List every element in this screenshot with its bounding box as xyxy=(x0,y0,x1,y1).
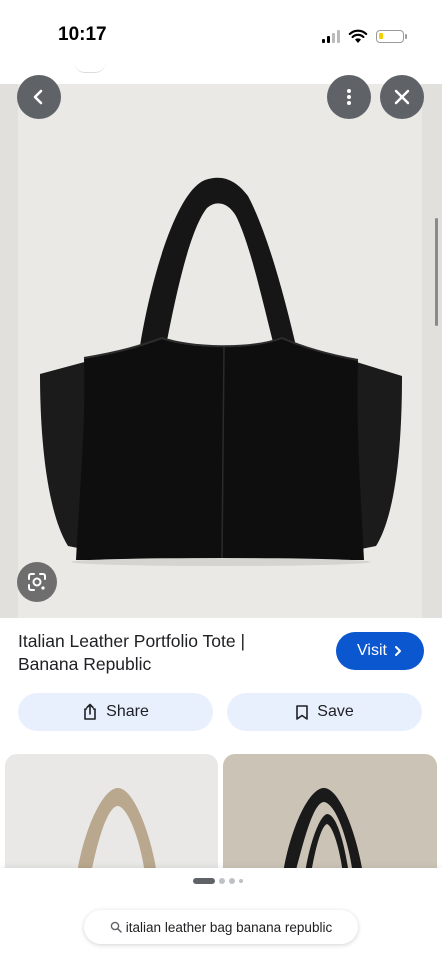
page-dot xyxy=(239,879,243,883)
black-tote-bag-image xyxy=(283,787,363,874)
status-time: 10:17 xyxy=(58,24,107,45)
related-result-thumbnail[interactable] xyxy=(5,754,218,874)
share-button[interactable]: Share xyxy=(18,693,213,731)
page-dot-active xyxy=(193,878,215,884)
status-icons xyxy=(322,26,407,46)
chevron-left-icon xyxy=(33,89,43,105)
search-query-text: italian leather bag banana republic xyxy=(125,919,333,935)
wifi-icon xyxy=(348,29,368,43)
save-label: Save xyxy=(317,703,354,720)
more-options-button[interactable] xyxy=(327,75,371,119)
sheet-handle xyxy=(74,62,106,73)
visit-button[interactable]: Visit xyxy=(336,632,424,670)
close-icon xyxy=(394,89,410,105)
battery-level xyxy=(379,32,383,39)
close-button[interactable] xyxy=(380,75,424,119)
more-vertical-icon xyxy=(347,89,351,105)
page-dot xyxy=(219,878,225,884)
visit-label: Visit xyxy=(357,642,387,659)
search-query-pill[interactable]: italian leather bag banana republic xyxy=(84,910,358,944)
bookmark-icon xyxy=(296,704,309,720)
share-label: Share xyxy=(106,703,149,720)
related-result-thumbnail[interactable] xyxy=(223,754,437,874)
save-button[interactable]: Save xyxy=(227,693,422,731)
page-indicator xyxy=(193,878,243,884)
search-icon xyxy=(110,921,122,933)
chevron-right-icon xyxy=(394,646,401,656)
cellular-signal-icon xyxy=(322,29,340,43)
battery-icon xyxy=(376,29,407,43)
product-title[interactable]: Italian Leather Portfolio Tote | Banana … xyxy=(18,630,308,676)
page-dot xyxy=(229,878,235,884)
back-button[interactable] xyxy=(17,75,61,119)
product-image[interactable] xyxy=(0,84,442,618)
status-bar: 10:17 xyxy=(0,0,442,70)
image-viewer xyxy=(0,84,442,618)
share-icon xyxy=(84,703,96,720)
lens-search-button[interactable] xyxy=(17,562,57,602)
tan-tote-bag-image xyxy=(77,787,157,874)
google-lens-icon xyxy=(28,573,46,591)
scroll-indicator[interactable] xyxy=(435,218,438,326)
